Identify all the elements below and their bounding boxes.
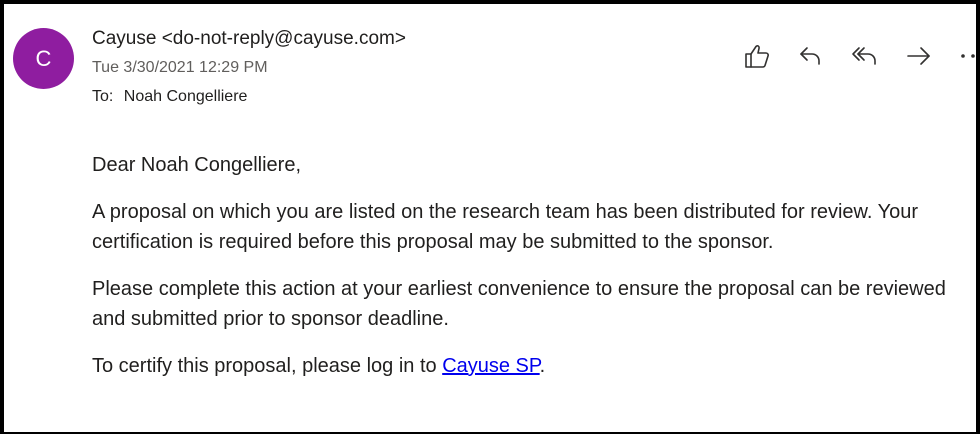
more-icon [961,54,975,58]
body-paragraph-2: Please complete this action at your earl… [92,278,946,330]
reply-all-icon [852,47,876,65]
sent-date: Tue 3/30/2021 12:29 PM [92,59,268,76]
reply-all-button[interactable] [838,40,892,72]
certify-period: . [539,355,546,377]
message-actions [730,40,980,72]
avatar-initial: C [35,45,52,71]
message-body: Dear Noah Congelliere, A proposal on whi… [92,150,962,398]
thumbs-up-icon [745,45,769,68]
recipient-line: To: Noah Congelliere [92,88,247,106]
cayuse-sp-link[interactable]: Cayuse SP [442,355,539,377]
more-actions-button[interactable] [946,40,980,72]
reply-button[interactable] [784,40,838,72]
sender-avatar[interactable]: C [13,28,74,89]
like-button[interactable] [730,40,784,72]
recipient-name[interactable]: Noah Congelliere [124,88,248,105]
body-paragraph-1: A proposal on which you are listed on th… [92,201,919,253]
body-paragraph-3: To certify this proposal, please log in … [92,351,962,381]
to-label: To: [92,88,114,105]
sender-name[interactable]: Cayuse <do-not-reply@cayuse.com> [92,28,406,50]
certify-text: To certify this proposal, please log in … [92,355,443,377]
greeting: Dear Noah Congelliere, [92,154,302,176]
reply-icon [800,47,820,65]
forward-icon [907,47,930,65]
forward-button[interactable] [892,40,946,72]
email-reading-pane: C Cayuse <do-not-reply@cayuse.com> Tue 3… [0,0,980,434]
